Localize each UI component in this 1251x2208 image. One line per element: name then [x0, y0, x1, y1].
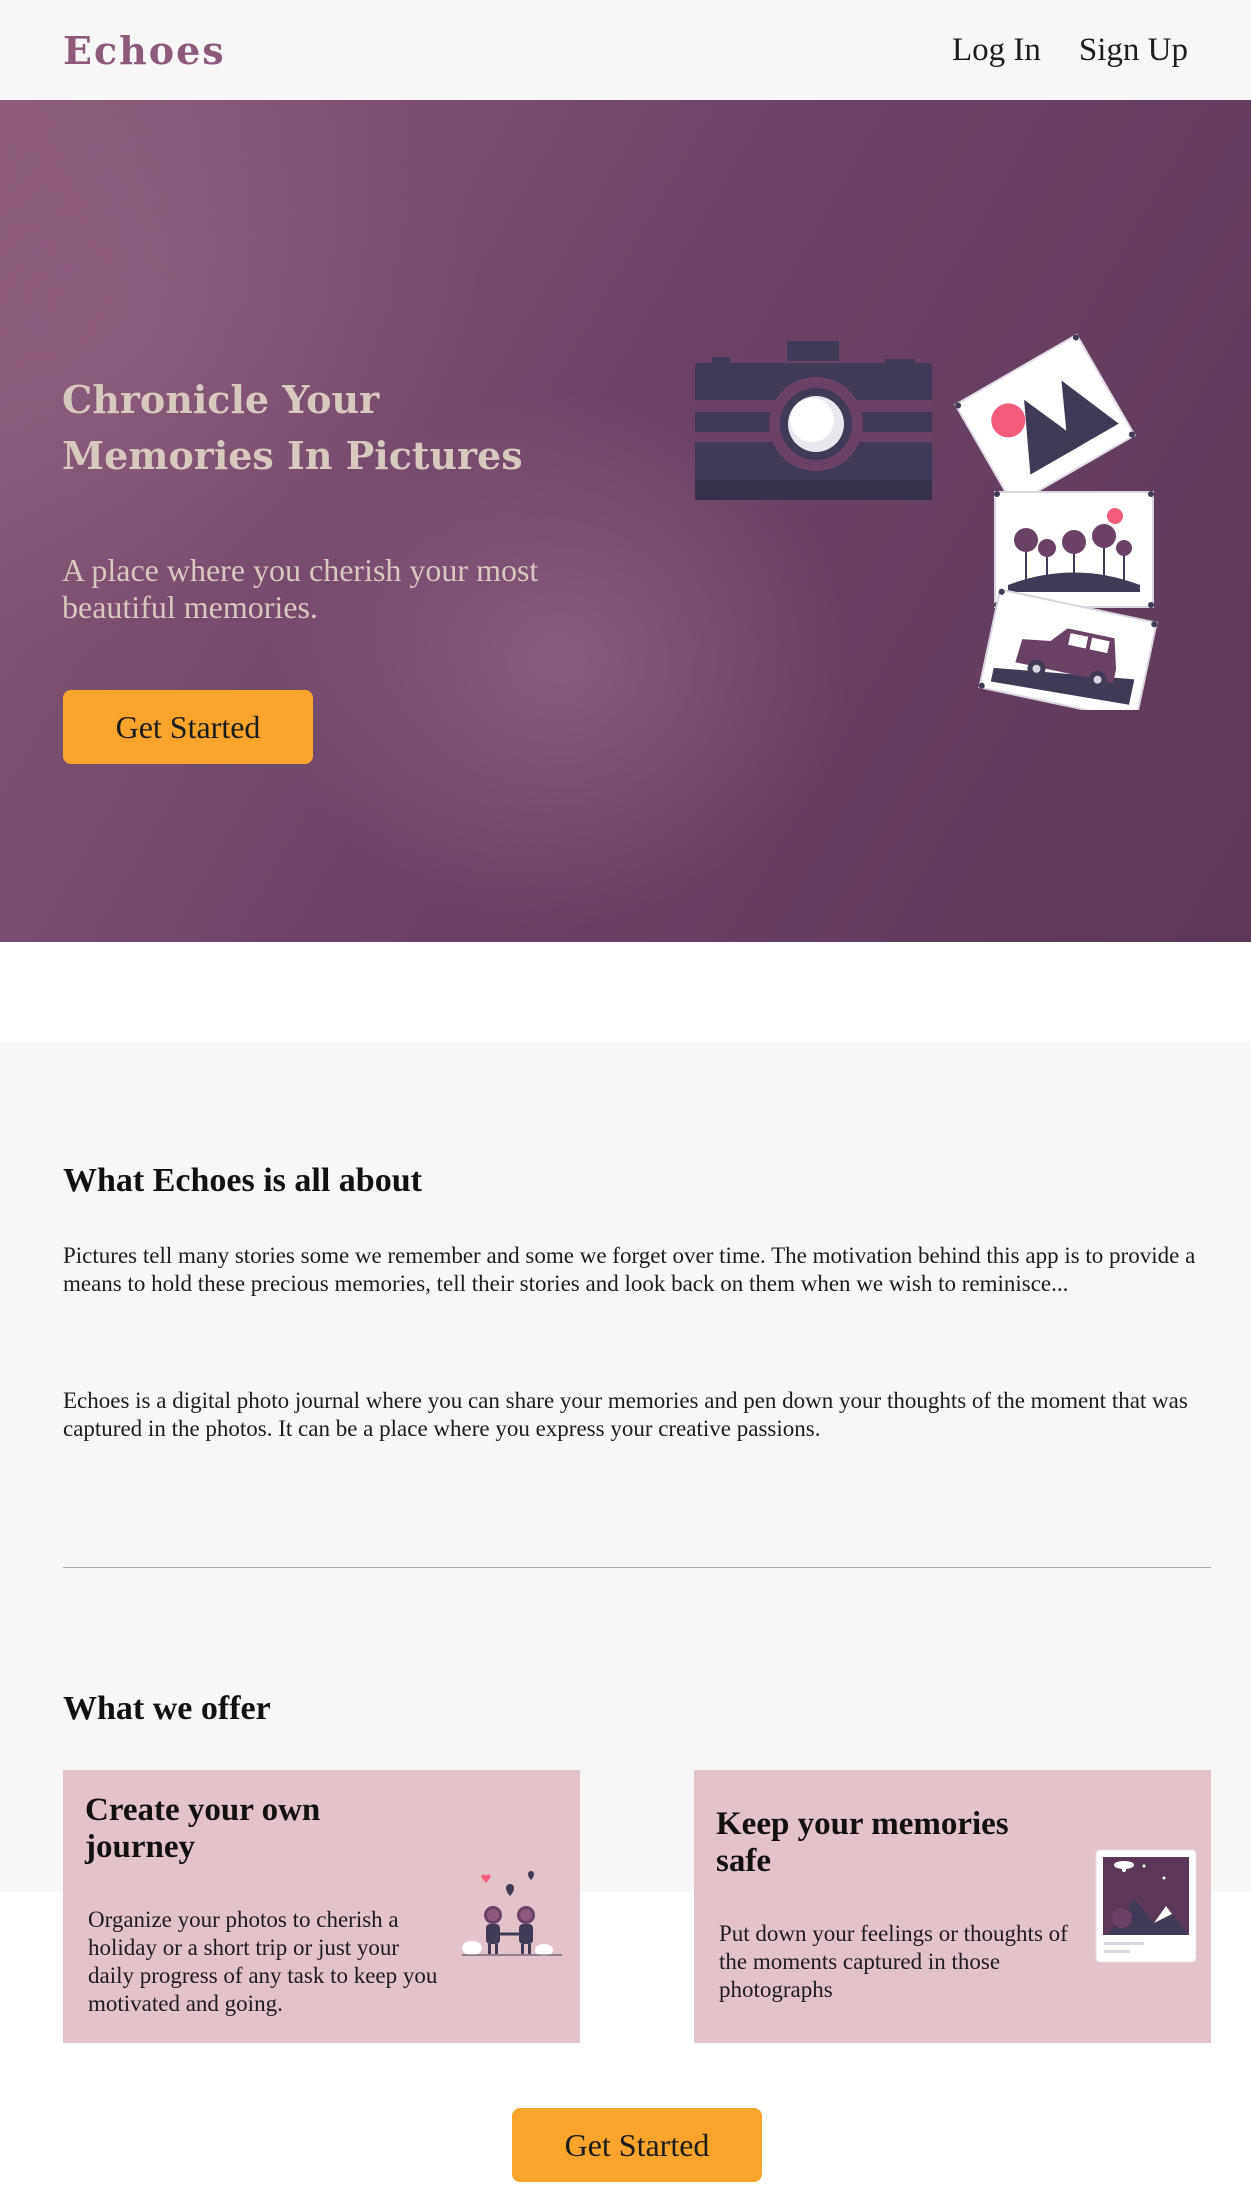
section-divider — [63, 1567, 1211, 1568]
hero-section: Chronicle Your Memories In Pictures A pl… — [0, 100, 1251, 942]
about-heading: What Echoes is all about — [63, 1162, 422, 1199]
photo-card-icon — [1095, 1849, 1197, 1963]
get-started-button-bottom[interactable]: Get Started — [512, 2108, 762, 2182]
card-title: Create your own journey — [85, 1792, 321, 1865]
camera-icon — [695, 341, 932, 500]
offer-heading: What we offer — [63, 1690, 271, 1727]
login-link[interactable]: Log In — [952, 32, 1041, 69]
about-paragraph: Pictures tell many stories some we remem… — [63, 1243, 1196, 1296]
card-text: Organize your photos to cherish a holida… — [88, 1907, 438, 2016]
photo-frame-trees-icon — [994, 491, 1154, 608]
hero-title: Chronicle Your Memories In Pictures — [62, 377, 523, 478]
card-text: Put down your feelings or thoughts of th… — [719, 1921, 1068, 2002]
offer-card-memories: Keep your memories safe Put down your fe… — [694, 1770, 1211, 2043]
get-started-button[interactable]: Get Started — [63, 690, 313, 764]
top-navbar: Echoes Log In Sign Up — [0, 0, 1251, 100]
nav-links: Log In Sign Up — [952, 32, 1188, 69]
about-paragraph: Echoes is a digital photo journal where … — [63, 1388, 1188, 1441]
camera-photos-illustration — [695, 333, 1158, 710]
couple-holding-hands-icon — [462, 1871, 562, 1956]
hero-subtitle: A place where you cherish your most beau… — [62, 552, 539, 625]
about-section: What Echoes is all about Pictures tell m… — [0, 1042, 1251, 1892]
photo-frame-triangles-icon — [954, 333, 1136, 507]
offer-card-journey: Create your own journey Organize your ph… — [63, 1770, 580, 2043]
brand-logo[interactable]: Echoes — [63, 28, 226, 73]
card-title: Keep your memories safe — [716, 1806, 1009, 1879]
signup-link[interactable]: Sign Up — [1079, 32, 1188, 69]
